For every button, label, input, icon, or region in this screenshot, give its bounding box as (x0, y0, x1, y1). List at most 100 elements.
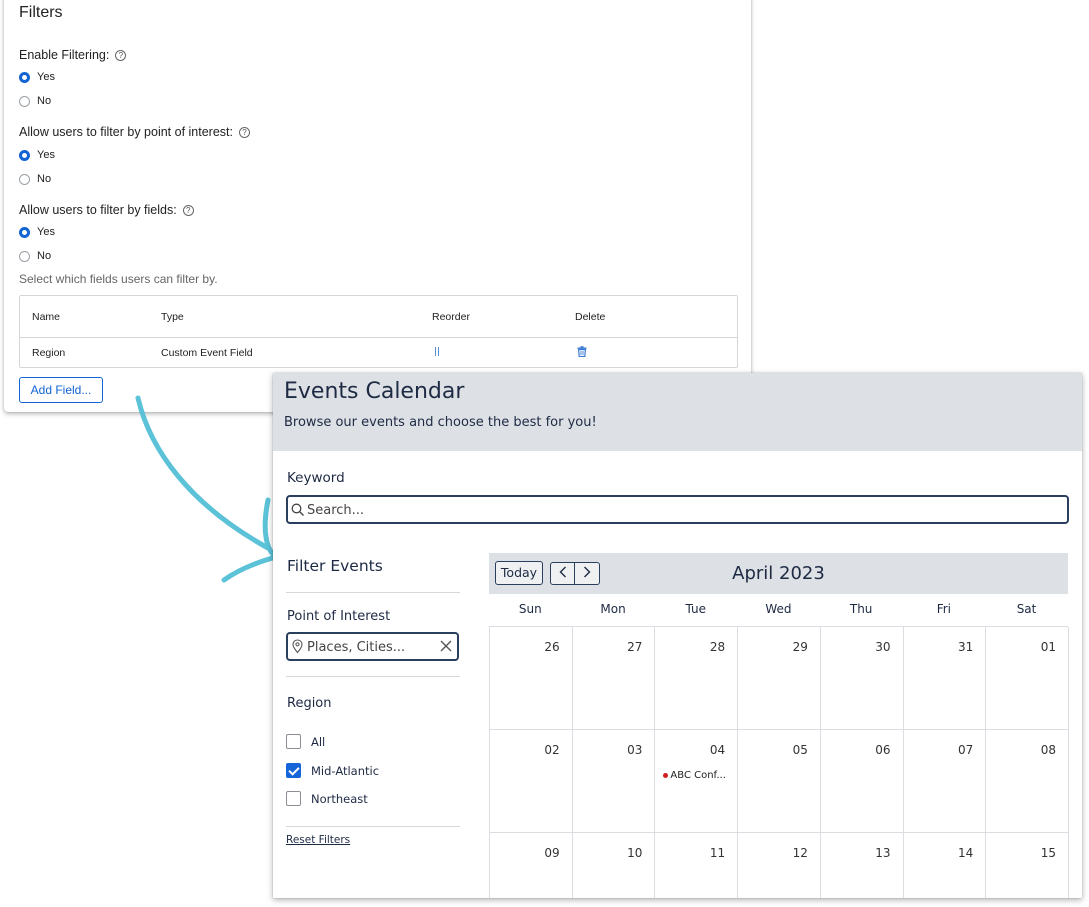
day-number: 01 (1040, 640, 1056, 654)
radio-label: No (37, 250, 52, 262)
calendar-day-cell[interactable]: 06 (820, 730, 904, 833)
table-cell-type: Custom Event Field (161, 347, 253, 359)
region-label: Region (287, 696, 332, 711)
events-calendar-widget: Events Calendar Browse our events and ch… (273, 373, 1082, 898)
question-text: Allow users to filter by fields: (19, 203, 177, 217)
checkbox[interactable] (286, 791, 301, 806)
weekday-header: Sat (1016, 602, 1037, 616)
column-header-name: Name (32, 311, 61, 323)
calendar-day-cell[interactable]: 07 (903, 730, 987, 833)
enable-filtering-label: Enable Filtering:? (19, 48, 127, 62)
weekday-header: Fri (936, 602, 951, 616)
column-header-delete: Delete (575, 311, 606, 323)
calendar-day-cell[interactable]: 04 ABC Conf... (655, 730, 739, 833)
poi-filter-yes[interactable]: Yes (19, 149, 55, 161)
region-option-northeast[interactable]: Northeast (286, 791, 368, 806)
event-item[interactable]: ABC Conf... (663, 770, 726, 781)
day-number: 29 (792, 640, 808, 654)
map-pin-icon (292, 639, 303, 654)
day-number: 04 (709, 743, 726, 757)
radio-button[interactable] (19, 250, 30, 262)
poi-filter-no[interactable]: No (19, 173, 51, 185)
day-number: 14 (957, 846, 974, 860)
keyword-search-box[interactable] (286, 495, 1069, 524)
day-number: 30 (875, 640, 891, 654)
day-number: 03 (627, 743, 643, 757)
day-number: 31 (957, 640, 974, 654)
weekday-header: Thu (849, 602, 873, 616)
day-number: 12 (792, 846, 808, 860)
calendar-day-cell[interactable]: 29 (738, 627, 821, 730)
calendar-day-cell[interactable]: 11 (655, 833, 739, 898)
calendar-day-cell[interactable]: 27 (572, 627, 656, 730)
calendar-day-cell[interactable]: 26 (490, 627, 573, 730)
calendar-day-cell[interactable]: 13 (821, 833, 904, 898)
help-icon[interactable]: ? (182, 205, 194, 216)
radio-button-checked[interactable] (19, 226, 30, 238)
day-number: 08 (1040, 743, 1056, 757)
divider (286, 676, 460, 677)
calendar-day-cell[interactable]: 10 (573, 833, 656, 898)
enable-filtering-no[interactable]: No (19, 95, 51, 107)
calendar-day-cell[interactable]: 30 (820, 627, 904, 730)
checkbox-checked[interactable] (286, 763, 301, 778)
day-number: 28 (709, 640, 726, 654)
table-cell-name: Region (32, 347, 66, 359)
checkbox[interactable] (286, 734, 301, 749)
calendar-day-cell[interactable]: 01 (986, 627, 1069, 730)
checkbox-label: Mid-Atlantic (311, 763, 380, 778)
help-icon[interactable]: ? (115, 50, 127, 61)
panel-title: Filters (19, 4, 63, 21)
fields-filter-yes[interactable]: Yes (19, 226, 55, 238)
reorder-handle-icon[interactable] (435, 347, 439, 356)
search-icon (291, 503, 304, 516)
calendar-day-cell[interactable]: 05 (738, 730, 821, 833)
radio-label: Yes (37, 226, 55, 238)
day-number: 13 (875, 846, 891, 860)
event-label: ABC Conf... (670, 770, 726, 781)
calendar-day-cell[interactable]: 12 (738, 833, 821, 898)
weekday-header: Tue (685, 602, 706, 616)
enable-filtering-yes[interactable]: Yes (19, 71, 55, 83)
calendar-day-cell[interactable]: 28 (655, 627, 739, 730)
day-number: 27 (627, 640, 643, 654)
trash-icon[interactable] (577, 346, 587, 357)
calendar-day-cell[interactable]: 02 (490, 730, 573, 833)
calendar-day-cell[interactable]: 31 (903, 627, 987, 730)
radio-button[interactable] (19, 95, 30, 107)
add-field-button[interactable]: Add Field... (19, 377, 103, 403)
events-title: Events Calendar (284, 379, 465, 404)
radio-button[interactable] (19, 173, 30, 185)
fields-filter-no[interactable]: No (19, 250, 51, 262)
calendar-header: Events Calendar Browse our events and ch… (273, 373, 1082, 451)
poi-label: Point of Interest (287, 609, 391, 624)
calendar-day-cell[interactable]: 14 (904, 833, 987, 898)
question-text: Allow users to filter by point of intere… (19, 125, 233, 139)
column-header-reorder: Reorder (432, 311, 470, 323)
checkbox-label: Northeast (311, 791, 368, 806)
radio-button-checked[interactable] (19, 71, 30, 83)
calendar-day-cell[interactable]: 15 (986, 833, 1069, 898)
column-header-type: Type (161, 311, 184, 323)
close-icon[interactable] (440, 640, 452, 652)
search-input[interactable] (307, 501, 1047, 519)
fields-table: Name Type Reorder Delete Region Custom E… (19, 295, 738, 368)
radio-label: No (37, 173, 52, 185)
month-title: April 2023 (732, 563, 825, 584)
help-icon[interactable]: ? (238, 127, 250, 138)
day-number: 06 (875, 743, 891, 757)
day-number: 10 (627, 846, 643, 860)
question-text: Enable Filtering: (19, 48, 110, 62)
fields-filter-label: Allow users to filter by fields:? (19, 203, 194, 217)
region-option-mid-atlantic[interactable]: Mid-Atlantic (286, 763, 379, 778)
calendar-day-cell[interactable]: 03 (572, 730, 656, 833)
weekday-header: Mon (600, 602, 626, 616)
calendar-day-cell[interactable]: 08 (986, 730, 1069, 833)
radio-button-checked[interactable] (19, 149, 30, 161)
calendar-day-cell[interactable]: 09 (490, 833, 573, 898)
poi-input[interactable] (307, 638, 437, 656)
reset-filters-link[interactable]: Reset Filters (286, 834, 350, 846)
region-option-all[interactable]: All (286, 734, 325, 749)
divider (286, 826, 460, 827)
poi-search-box[interactable] (286, 632, 459, 661)
